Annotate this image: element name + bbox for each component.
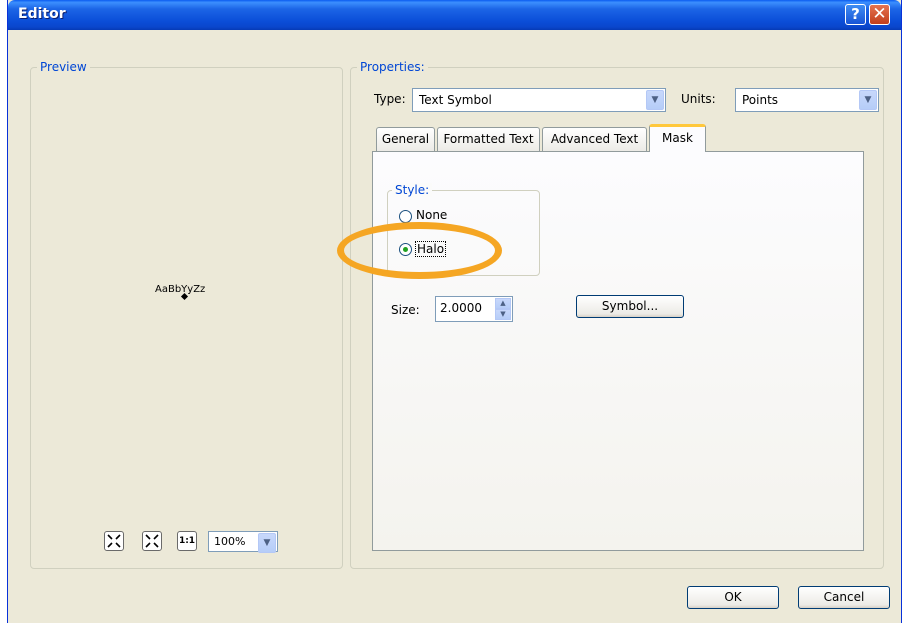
size-value: 2.0000 — [440, 301, 482, 315]
zoom-out-icon[interactable] — [142, 531, 162, 551]
ok-button[interactable]: OK — [687, 586, 779, 609]
zoom-in-icon[interactable] — [104, 531, 124, 551]
chevron-down-icon[interactable]: ▼ — [258, 533, 276, 553]
style-none-label[interactable]: None — [416, 208, 447, 222]
style-label: Style: — [392, 183, 433, 197]
zoom-value: 100% — [214, 535, 246, 548]
spin-down-icon[interactable]: ▼ — [495, 309, 511, 320]
units-select[interactable]: Points ▼ — [735, 88, 879, 112]
type-label: Type: — [374, 92, 406, 106]
preview-label: Preview — [37, 60, 90, 74]
preview-sample-text: AaBbYyZz — [155, 284, 206, 295]
symbol-button[interactable]: Symbol... — [576, 295, 684, 318]
close-icon[interactable]: ✕ — [869, 4, 890, 25]
units-label: Units: — [681, 92, 716, 106]
cancel-button[interactable]: Cancel — [798, 586, 890, 609]
zoom-select[interactable]: 100% ▼ — [208, 531, 278, 553]
tab-general[interactable]: General — [376, 127, 435, 151]
tab-formatted-text[interactable]: Formatted Text — [437, 127, 540, 151]
chevron-down-icon[interactable]: ▼ — [646, 90, 664, 110]
spin-up-icon[interactable]: ▲ — [495, 298, 511, 309]
size-input[interactable]: 2.0000 ▲ ▼ — [435, 296, 513, 322]
type-select[interactable]: Text Symbol ▼ — [412, 88, 666, 112]
style-halo-radio[interactable] — [399, 243, 412, 256]
units-value: Points — [742, 93, 779, 107]
properties-label: Properties: — [357, 60, 428, 74]
tab-advanced-text[interactable]: Advanced Text — [542, 127, 647, 151]
size-spinner[interactable]: ▲ ▼ — [495, 298, 511, 320]
size-label: Size: — [391, 303, 420, 317]
style-none-radio[interactable] — [399, 210, 412, 223]
preview-group: Preview AaBbYyZz 1:1 100% ▼ — [30, 60, 343, 569]
help-icon[interactable]: ? — [845, 4, 866, 25]
chevron-down-icon[interactable]: ▼ — [859, 90, 877, 110]
tab-mask[interactable]: Mask — [649, 124, 706, 152]
title-bar[interactable]: Editor ? ✕ — [8, 0, 901, 30]
actual-size-icon[interactable]: 1:1 — [177, 531, 197, 551]
window-title: Editor — [18, 6, 66, 22]
mask-style-group: Style: — [387, 183, 540, 276]
type-value: Text Symbol — [419, 93, 492, 107]
style-halo-label[interactable]: Halo — [415, 241, 447, 257]
